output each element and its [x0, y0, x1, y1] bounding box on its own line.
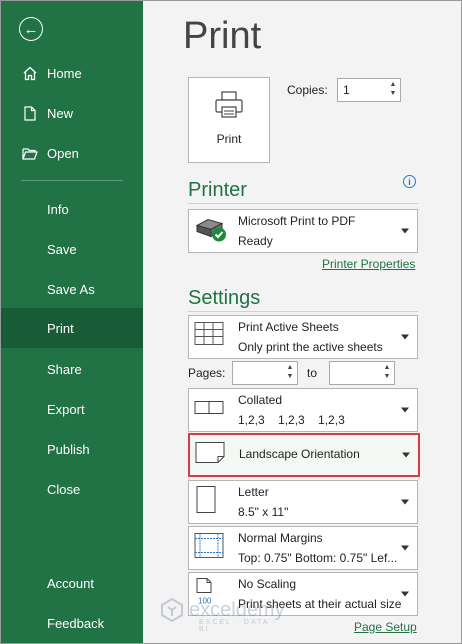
printer-name: Microsoft Print to PDF — [238, 214, 356, 228]
pages-to-spinner[interactable]: ▲ ▼ — [329, 361, 395, 385]
sidebar-item-label: New — [47, 105, 74, 121]
chevron-down-icon — [401, 334, 409, 340]
landscape-page-icon — [195, 442, 225, 469]
sidebar-item-label: Account — [47, 575, 94, 591]
home-icon — [21, 66, 39, 81]
sidebar-item-label: Share — [47, 361, 82, 377]
info-icon[interactable]: i — [403, 175, 416, 188]
sidebar-item-label: Print — [47, 320, 74, 336]
sidebar-item-label: Feedback — [47, 615, 105, 631]
margins-title: Normal Margins — [238, 531, 323, 545]
backstage-sidebar: ← Home New Open Info Save Save As Print … — [1, 1, 143, 643]
sidebar-item-close[interactable]: Close — [1, 469, 143, 509]
paper-size-dropdown[interactable]: Letter 8.5" x 11" — [188, 480, 418, 524]
pages-to-label: to — [307, 366, 318, 380]
print-panel: Print Print Copies: 1 ▲ ▼ Printer i Micr… — [143, 1, 461, 643]
chevron-down-icon — [401, 591, 409, 597]
sidebar-item-print[interactable]: Print — [1, 308, 143, 348]
page-title: Print — [183, 15, 262, 57]
sidebar-item-label: Open — [47, 145, 79, 161]
spinner-arrows-icon[interactable]: ▲ ▼ — [285, 363, 295, 381]
sidebar-item-open[interactable]: Open — [1, 133, 143, 173]
print-what-description: Only print the active sheets — [238, 340, 383, 354]
collated-pages-icon — [194, 400, 226, 421]
print-what-dropdown[interactable]: Print Active Sheets Only print the activ… — [188, 315, 418, 359]
sidebar-item-label: Publish — [47, 441, 90, 457]
section-divider — [188, 203, 418, 204]
collate-title: Collated — [238, 393, 283, 407]
portrait-page-icon — [194, 486, 218, 519]
sidebar-item-export[interactable]: Export — [1, 389, 143, 429]
margins-icon — [194, 533, 224, 564]
printer-icon — [214, 90, 244, 125]
sidebar-item-info[interactable]: Info — [1, 189, 143, 229]
sidebar-item-account[interactable]: Account — [1, 563, 143, 603]
orientation-dropdown[interactable]: Landscape Orientation — [188, 433, 420, 477]
watermark-subtext: EXCEL · DATA · BI — [199, 619, 278, 633]
pages-label: Pages: — [188, 366, 226, 380]
page-setup-link[interactable]: Page Setup — [354, 620, 417, 634]
section-divider — [188, 311, 418, 312]
chevron-down-icon — [401, 228, 409, 234]
exceldemy-logo-icon — [161, 597, 183, 623]
sheet-grid-icon — [194, 322, 226, 353]
chevron-down-icon — [402, 452, 410, 458]
printer-status: Ready — [238, 234, 273, 248]
chevron-down-icon — [401, 499, 409, 505]
paper-size-title: Letter — [238, 485, 269, 499]
printer-section-heading: Printer — [188, 179, 247, 201]
settings-section-heading: Settings — [188, 287, 261, 309]
print-what-title: Print Active Sheets — [238, 320, 339, 334]
printer-ready-icon — [194, 214, 230, 249]
sidebar-item-label: Save As — [47, 281, 95, 297]
sidebar-item-label: Info — [47, 201, 69, 217]
collate-dropdown[interactable]: Collated 1,2,3 1,2,3 1,2,3 — [188, 388, 418, 432]
print-button-label: Print — [216, 132, 242, 146]
chevron-down-icon — [401, 545, 409, 551]
sidebar-divider — [21, 180, 123, 181]
sidebar-item-feedback[interactable]: Feedback — [1, 603, 143, 643]
scaling-title: No Scaling — [238, 577, 297, 591]
sidebar-item-share[interactable]: Share — [1, 349, 143, 389]
printer-properties-link[interactable]: Printer Properties — [322, 257, 415, 271]
sidebar-item-label: Home — [47, 65, 82, 81]
margins-description: Top: 0.75" Bottom: 0.75" Lef... — [238, 551, 398, 565]
sidebar-item-save[interactable]: Save — [1, 229, 143, 269]
sidebar-item-home[interactable]: Home — [1, 53, 143, 93]
sidebar-item-save-as[interactable]: Save As — [1, 269, 143, 309]
chevron-down-icon — [401, 407, 409, 413]
printer-dropdown[interactable]: Microsoft Print to PDF Ready — [188, 209, 418, 253]
orientation-value: Landscape Orientation — [239, 447, 360, 461]
new-document-icon — [21, 105, 39, 121]
collate-description: 1,2,3 1,2,3 1,2,3 — [238, 413, 345, 427]
sidebar-item-label: Save — [47, 241, 77, 257]
copies-value: 1 — [343, 83, 350, 97]
copies-label: Copies: — [287, 83, 328, 97]
sidebar-item-publish[interactable]: Publish — [1, 429, 143, 469]
folder-icon — [21, 147, 39, 160]
spinner-arrows-icon[interactable]: ▲ ▼ — [388, 80, 398, 98]
paper-size-description: 8.5" x 11" — [238, 505, 289, 519]
pages-from-spinner[interactable]: ▲ ▼ — [232, 361, 298, 385]
backstage-window: ← Home New Open Info Save Save As Print … — [0, 0, 462, 644]
print-button[interactable]: Print — [188, 77, 270, 163]
margins-dropdown[interactable]: Normal Margins Top: 0.75" Bottom: 0.75" … — [188, 526, 418, 570]
spinner-arrows-icon[interactable]: ▲ ▼ — [382, 363, 392, 381]
exceldemy-watermark: exceldemy EXCEL · DATA · BI — [159, 597, 285, 633]
sidebar-item-label: Close — [47, 481, 81, 497]
back-arrow-icon[interactable]: ← — [19, 17, 43, 41]
copies-spinner[interactable]: 1 ▲ ▼ — [337, 78, 401, 102]
sidebar-item-label: Export — [47, 401, 85, 417]
sidebar-item-new[interactable]: New — [1, 93, 143, 133]
